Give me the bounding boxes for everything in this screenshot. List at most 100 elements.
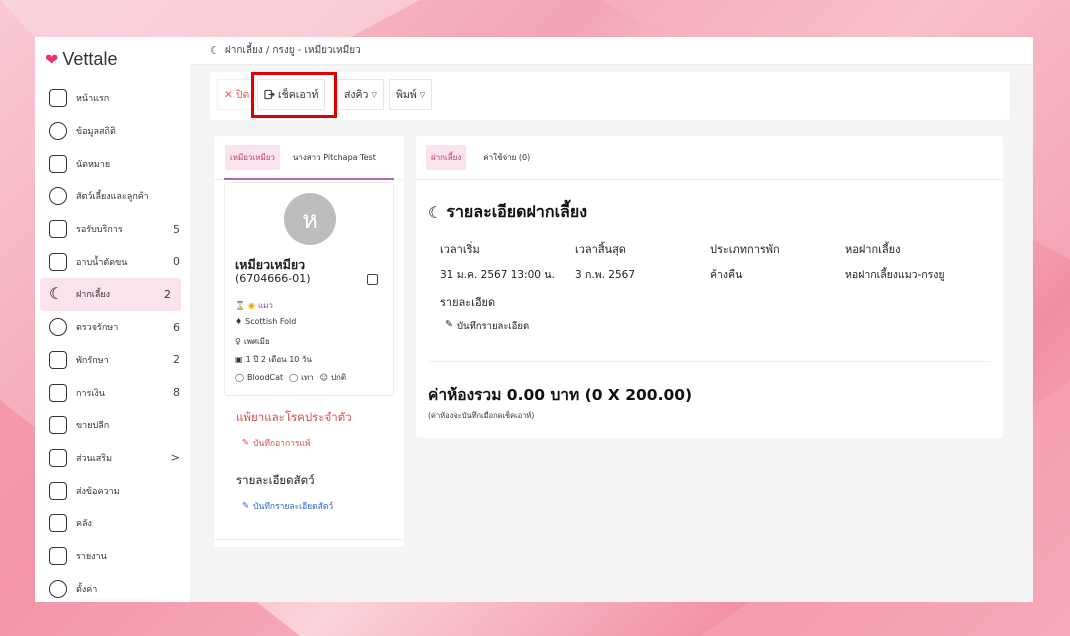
stay-type-col: ประเภทการพัก ค้างคืน	[710, 240, 780, 283]
chevron-down-icon: ▽	[419, 90, 426, 99]
start-time-value: 31 ม.ค. 2567 13:00 น.	[440, 269, 555, 281]
sidebar-item-11[interactable]: ส่วนเสริม >	[35, 442, 190, 475]
age-row: ▣ 1 ปี 2 เดือน 10 วัน	[235, 353, 312, 366]
sidebar-item-count: 6	[173, 320, 180, 334]
sidebar-item-8[interactable]: พักรักษา 2	[35, 344, 190, 377]
species-row: ⌛ ◉ แมว	[235, 299, 273, 312]
money-icon	[49, 383, 67, 402]
bathtub-icon	[49, 252, 67, 271]
blood-drop-icon: ◯	[235, 373, 244, 382]
sidebar-item-10[interactable]: ขายปลีก	[35, 409, 190, 442]
pet-detail-title: รายละเอียดสัตว์	[236, 473, 315, 487]
smile-icon: ☺	[319, 373, 328, 382]
sidebar-item-15[interactable]: ตั้งค่า	[35, 572, 190, 602]
status-text: ปกติ	[330, 373, 347, 382]
ward-header: หอฝากเลี้ยง	[845, 243, 901, 256]
pet-card: เหมียวเหมียว นางสาว Pitchapa Test ห เหมี…	[214, 136, 404, 547]
plus-square-icon	[49, 448, 67, 467]
breed-icon: ♦	[235, 317, 243, 326]
ward-value: หอฝากเลี้ยงแมว-กรงยู	[845, 269, 945, 281]
end-time-header: เวลาสิ้นสุด	[575, 243, 626, 256]
boarding-title-text: รายละเอียดฝากเลี้ยง	[446, 202, 588, 221]
send-queue-button[interactable]: ส่งคิว ▽	[337, 79, 384, 110]
chart-icon	[49, 546, 67, 565]
sofa-icon	[49, 220, 67, 239]
sidebar-item-label: รอรับบริการ	[76, 225, 123, 236]
sidebar-item-9[interactable]: การเงิน 8	[35, 376, 190, 409]
add-allergy-label: บันทึกอาการแพ้	[253, 439, 311, 449]
pencil-icon: ✎	[445, 319, 453, 330]
sidebar-item-13[interactable]: คลัง	[35, 507, 190, 540]
add-detail-link[interactable]: ✎ บันทึกรายละเอียด	[445, 319, 529, 334]
sidebar-item-label: ตั้งค่า	[76, 584, 98, 595]
tab-boarding[interactable]: ฝากเลี้ยง	[426, 145, 467, 170]
boarding-tabs: ฝากเลี้ยง ค่าใช้จ่าย (0)	[416, 136, 1003, 180]
boarding-card: ฝากเลี้ยง ค่าใช้จ่าย (0) ☾ รายละเอียดฝาก…	[416, 136, 1003, 438]
app-name: Vettale	[62, 49, 118, 69]
chevron-down-icon: ▽	[371, 90, 377, 99]
allergy-title: แพ้ยาและโรคประจำตัว	[236, 410, 352, 424]
tab-pet[interactable]: เหมียวเหมียว	[225, 145, 280, 170]
sidebar-item-label: ขายปลีก	[76, 421, 110, 432]
sidebar-item-1[interactable]: ข้อมูลสถิติ	[35, 115, 190, 148]
print-label: พิมพ์	[396, 89, 417, 101]
end-time-col: เวลาสิ้นสุด 3 ก.พ. 2567	[575, 240, 635, 283]
cake-icon: ▣	[235, 355, 243, 364]
sidebar-item-0[interactable]: หน้าแรก	[35, 82, 190, 115]
blood-type-text: BloodCat	[246, 373, 284, 382]
sidebar-item-2[interactable]: นัดหมาย	[35, 147, 190, 180]
sex-text: เพศเมีย	[243, 337, 270, 346]
add-pet-detail-link[interactable]: ✎ บันทึกรายละเอียดสัตว์	[242, 499, 333, 513]
sidebar-item-label: ส่วนเสริม	[76, 453, 113, 464]
dashboard-icon	[49, 122, 67, 141]
breadcrumb: ☾ ฝากเลี้ยง / กรงยู - เหมียวเหมียว	[190, 37, 1033, 65]
palette-icon: ◯	[289, 373, 299, 382]
sidebar-item-12[interactable]: ส่งข้อความ	[35, 474, 190, 507]
start-time-col: เวลาเริ่ม 31 ม.ค. 2567 13:00 น.	[440, 240, 555, 283]
send-queue-label: ส่งคิว	[344, 89, 369, 101]
calendar-icon	[49, 154, 67, 173]
pet-tabs: เหมียวเหมียว นางสาว Pitchapa Test	[214, 136, 404, 180]
sidebar-item-14[interactable]: รายงาน	[35, 540, 190, 573]
sidebar-item-label: ข้อมูลสถิติ	[76, 127, 116, 138]
sidebar-item-3[interactable]: สัตว์เลี้ยงและลูกค้า	[35, 180, 190, 213]
sidebar-item-label: ส่งข้อความ	[76, 486, 120, 497]
sidebar-item-count: >	[170, 451, 180, 465]
archive-icon	[49, 514, 67, 533]
age-text: 1 ปี 2 เดือน 10 วัน	[245, 355, 312, 364]
end-time-value: 3 ก.พ. 2567	[575, 269, 636, 281]
breadcrumb-text[interactable]: ฝากเลี้ยง / กรงยู - เหมียวเหมียว	[225, 43, 361, 58]
sidebar-item-4[interactable]: รอรับบริการ 5	[35, 213, 190, 246]
moon-icon: ☾	[49, 284, 64, 304]
stay-type-header: ประเภทการพัก	[710, 243, 780, 256]
room-total-note: (ค่าห้องจะบันทึกเมื่อกดเช็คเอาท์)	[428, 411, 535, 420]
avatar[interactable]: ห	[284, 193, 336, 245]
close-label: ปิด	[235, 89, 250, 101]
sidebar-item-label: อาบน้ำตัดขน	[76, 257, 128, 268]
archive-icon[interactable]	[367, 274, 378, 285]
gear-icon	[49, 579, 67, 598]
species-link[interactable]: แมว	[258, 299, 273, 312]
breed-row: ♦ Scottish Fold	[235, 317, 296, 326]
sidebar: ❤ Vettale หน้าแรกข้อมูลสถิตินัดหมายสัตว์…	[35, 37, 190, 602]
home-icon	[49, 89, 67, 108]
print-button[interactable]: พิมพ์ ▽	[389, 79, 433, 110]
sidebar-item-5[interactable]: อาบน้ำตัดขน 0	[35, 245, 190, 278]
breed-text: Scottish Fold	[245, 317, 297, 326]
sidebar-item-label: สัตว์เลี้ยงและลูกค้า	[76, 192, 149, 203]
ward-col: หอฝากเลี้ยง หอฝากเลี้ยงแมว-กรงยู	[845, 240, 945, 283]
sidebar-item-6[interactable]: ☾ ฝากเลี้ยง 2	[40, 278, 181, 311]
logo[interactable]: ❤ Vettale	[45, 49, 117, 70]
pencil-icon: ✎	[242, 438, 250, 448]
add-allergy-link[interactable]: ✎ บันทึกอาการแพ้	[242, 436, 311, 450]
tags-row: ◯ BloodCat ◯ เทา ☺ ปกติ	[235, 371, 346, 384]
heart-logo-icon: ❤	[45, 49, 59, 69]
sidebar-item-label: หน้าแรก	[76, 94, 110, 105]
sidebar-item-count: 2	[164, 287, 171, 301]
sidebar-item-label: ฝากเลี้ยง	[76, 290, 111, 301]
tab-owner[interactable]: นางสาว Pitchapa Test	[288, 145, 381, 170]
sidebar-item-7[interactable]: ตรวจรักษา 6	[35, 311, 190, 344]
sidebar-item-label: คลัง	[76, 519, 92, 530]
tab-expenses[interactable]: ค่าใช้จ่าย (0)	[478, 145, 535, 170]
sex-row: ♀ เพศเมีย	[235, 335, 270, 348]
